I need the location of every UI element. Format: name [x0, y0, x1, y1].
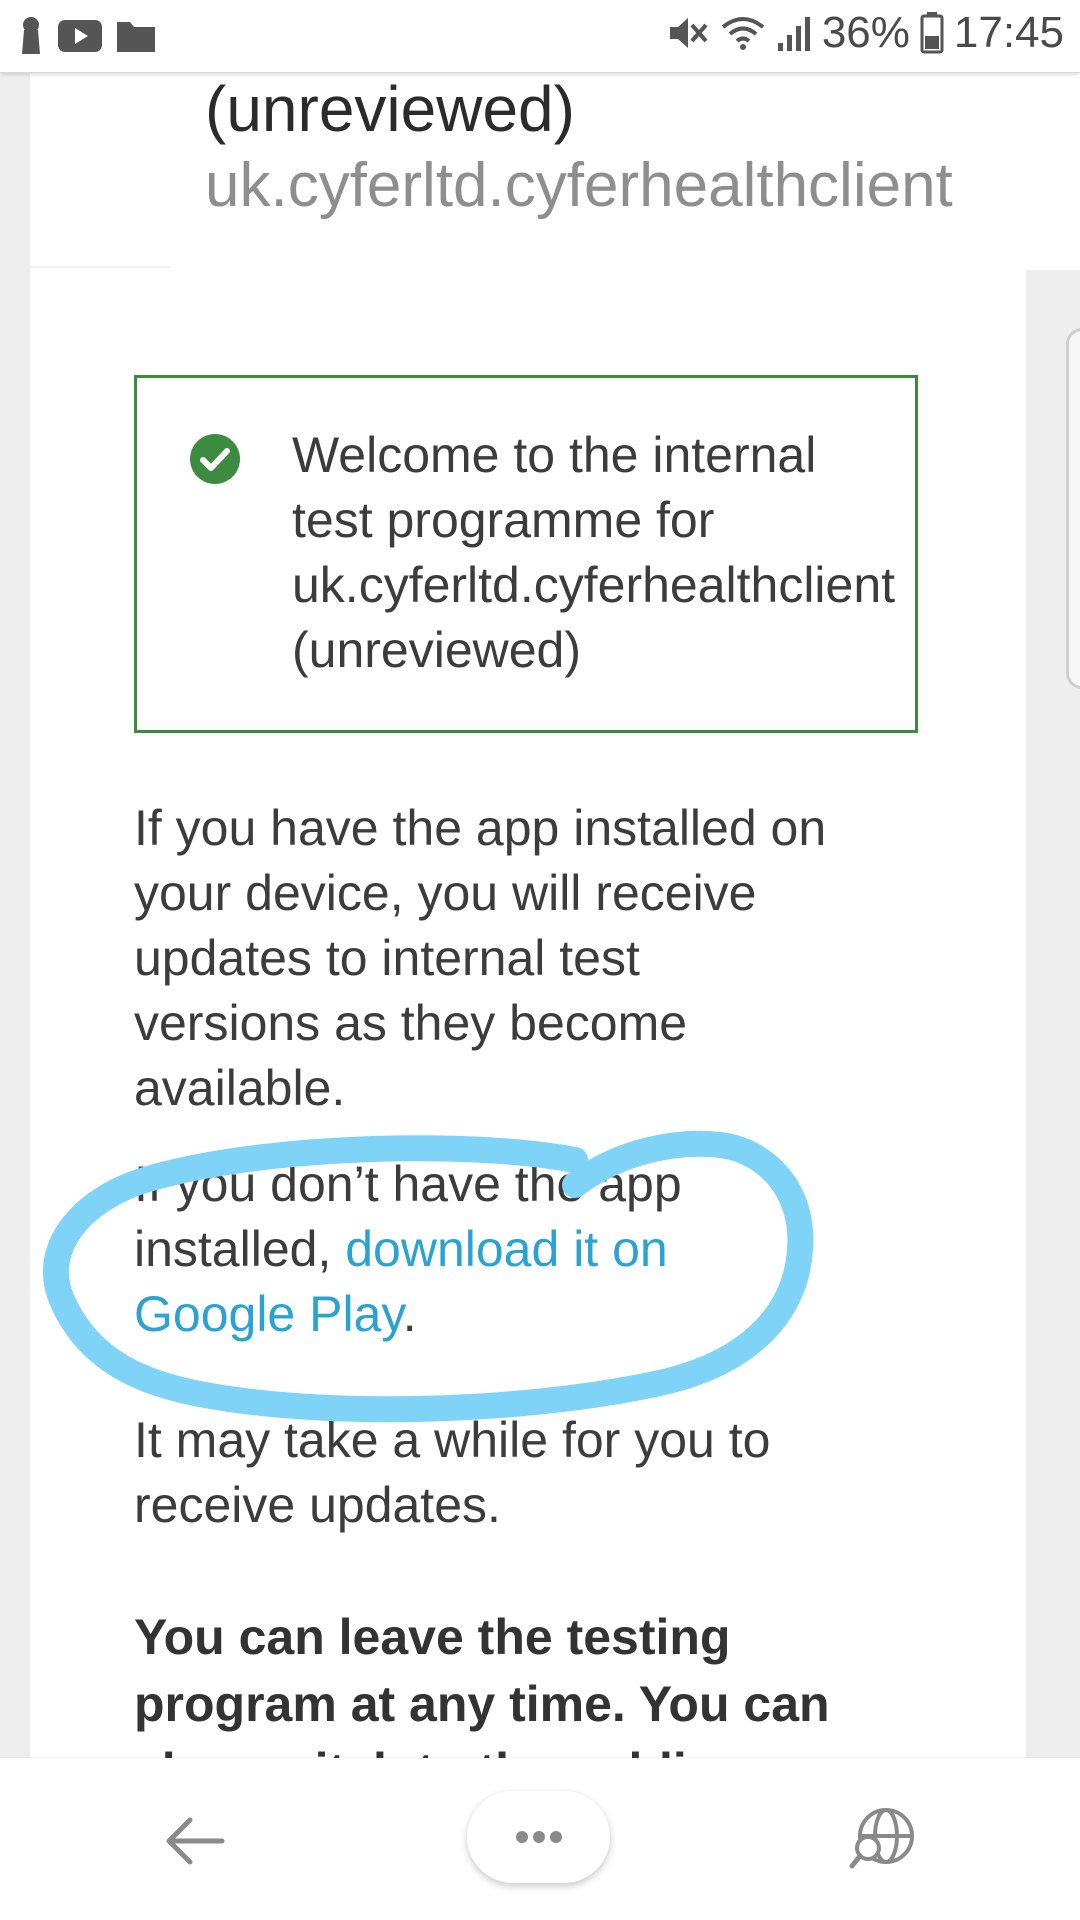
welcome-line: test programme for	[292, 492, 715, 548]
google-play-link[interactable]: Google Play	[134, 1286, 403, 1342]
app-package-name: uk.cyferltd.cyferhealthclient	[205, 151, 953, 220]
side-panel-handle[interactable]	[1066, 328, 1080, 689]
paragraph-text: .	[402, 1286, 417, 1342]
paragraph-line: It may take a while for you to	[134, 1412, 771, 1468]
status-bar: 36% 17:45	[0, 0, 1080, 73]
battery-icon	[920, 12, 944, 54]
header-divider	[30, 266, 170, 268]
paragraph-line: available.	[134, 1060, 346, 1116]
back-arrow-icon[interactable]	[160, 1806, 230, 1876]
status-right-icons: 36% 17:45	[666, 8, 1064, 58]
mute-icon	[669, 18, 708, 48]
clock: 17:45	[953, 8, 1064, 57]
paragraph-text: installed,	[134, 1221, 346, 1277]
check-circle-icon	[190, 434, 240, 484]
delay-notice-paragraph: It may take a while for you to receive u…	[134, 1408, 934, 1538]
paragraph-line: installed, download it on	[134, 1217, 934, 1282]
paragraph-line: your device, you will receive	[134, 865, 757, 921]
bottom-navigation-bar	[0, 1758, 1080, 1920]
welcome-line: Welcome to the internal	[292, 427, 817, 483]
google-play-link[interactable]: download it on	[345, 1221, 667, 1277]
download-paragraph: If you don’t have the app installed, dow…	[134, 1152, 934, 1347]
paragraph-line: versions as they become	[134, 995, 688, 1051]
more-dots-icon	[516, 1831, 562, 1843]
wifi-icon	[721, 17, 765, 50]
paragraph-line: If you don’t have the app	[134, 1156, 682, 1212]
paragraph-line: updates to internal test	[134, 930, 640, 986]
page-left-margin	[0, 72, 30, 1758]
battery-percent: 36%	[821, 8, 910, 57]
app-title: (unreviewed)	[205, 73, 575, 145]
welcome-message-box: Welcome to the internal test programme f…	[134, 375, 918, 733]
updates-info-paragraph: If you have the app installed on your de…	[134, 796, 934, 1121]
paragraph-line: You can leave the testing	[134, 1609, 731, 1665]
keyhole-icon	[22, 17, 40, 54]
paragraph-line: receive updates.	[134, 1477, 501, 1533]
folder-icon	[117, 22, 155, 52]
welcome-line: (unreviewed)	[292, 622, 582, 678]
welcome-message: Welcome to the internal test programme f…	[292, 423, 895, 683]
paragraph-line: program at any time. You can	[134, 1676, 830, 1732]
globe-search-icon[interactable]	[848, 1802, 920, 1874]
youtube-icon	[58, 20, 102, 52]
paragraph-line: If you have the app installed on	[134, 800, 827, 856]
welcome-line: uk.cyferltd.cyferhealthclient	[292, 557, 896, 613]
more-options-button[interactable]	[467, 1791, 610, 1883]
signal-icon	[777, 17, 810, 51]
paragraph-line: Google Play.	[134, 1282, 934, 1347]
status-left-icons	[18, 16, 156, 56]
